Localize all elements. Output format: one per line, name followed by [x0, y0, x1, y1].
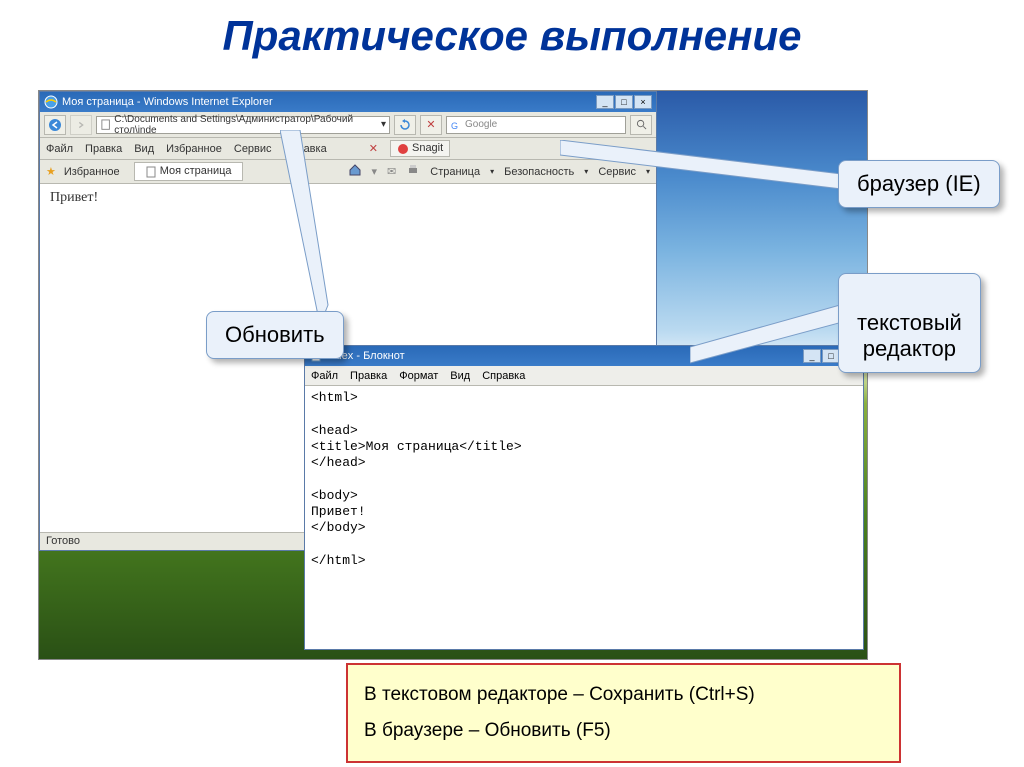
close-button[interactable]: ×: [634, 95, 652, 109]
favorites-star-icon[interactable]: ★: [46, 165, 56, 178]
np-menu-format[interactable]: Формат: [399, 370, 438, 382]
svg-text:G: G: [451, 121, 458, 131]
browser-callout-tail: [560, 140, 860, 200]
back-button[interactable]: [44, 115, 66, 135]
instruction-line-1: В текстовом редакторе – Сохранить (Ctrl+…: [364, 677, 883, 713]
notepad-menu-bar: Файл Правка Формат Вид Справка: [305, 366, 863, 386]
search-placeholder: Google: [465, 119, 497, 130]
tab-current[interactable]: Моя страница: [134, 162, 243, 180]
refresh-callout: Обновить: [206, 311, 344, 359]
menu-file[interactable]: Файл: [46, 143, 73, 155]
menu-edit[interactable]: Правка: [85, 143, 122, 155]
search-button[interactable]: [630, 115, 652, 135]
menu-favorites[interactable]: Избранное: [166, 143, 222, 155]
maximize-button[interactable]: □: [615, 95, 633, 109]
forward-button[interactable]: [70, 115, 92, 135]
print-icon[interactable]: [406, 163, 420, 180]
toolbar-page[interactable]: Страница: [430, 166, 480, 178]
np-menu-view[interactable]: Вид: [450, 370, 470, 382]
instructions-box: В текстовом редакторе – Сохранить (Ctrl+…: [346, 663, 901, 763]
favorites-label[interactable]: Избранное: [64, 166, 120, 178]
notepad-window: index - Блокнот _ □ × Файл Правка Формат…: [304, 345, 864, 650]
minimize-button[interactable]: _: [596, 95, 614, 109]
ie-title-text: Моя страница - Windows Internet Explorer: [62, 96, 273, 108]
browser-callout: браузер (IE): [838, 160, 1000, 208]
editor-callout: текстовый редактор: [838, 273, 981, 373]
editor-callout-tail: [690, 305, 860, 365]
slide-title: Практическое выполнение: [0, 0, 1024, 68]
tab-page-icon: [145, 166, 157, 178]
np-menu-file[interactable]: Файл: [311, 370, 338, 382]
dropdown-icon[interactable]: ▾: [381, 119, 386, 130]
refresh-callout-tail: [280, 130, 400, 330]
notepad-content[interactable]: <html> <head> <title>Моя страница</title…: [305, 386, 863, 646]
ie-icon: [44, 95, 58, 109]
menu-view[interactable]: Вид: [134, 143, 154, 155]
google-icon: G: [450, 119, 462, 131]
np-menu-help[interactable]: Справка: [482, 370, 525, 382]
instruction-line-2: В браузере – Обновить (F5): [364, 713, 883, 749]
stop-button[interactable]: ✕: [420, 115, 442, 135]
search-box[interactable]: G Google: [446, 116, 626, 134]
np-menu-edit[interactable]: Правка: [350, 370, 387, 382]
ie-titlebar[interactable]: Моя страница - Windows Internet Explorer…: [40, 92, 656, 112]
menu-tools[interactable]: Сервис: [234, 143, 272, 155]
page-icon: [100, 119, 111, 131]
